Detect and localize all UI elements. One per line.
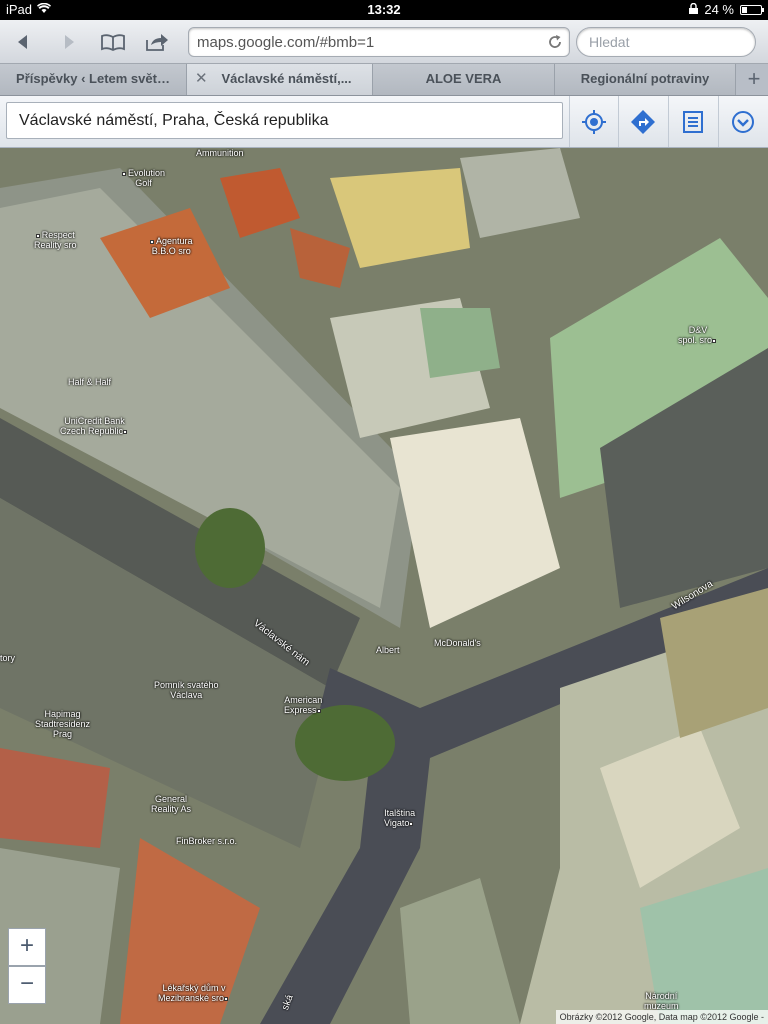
new-tab-button[interactable]: + (740, 64, 768, 95)
poi-half-and-half[interactable]: Half & Half (68, 377, 111, 387)
clock: 13:32 (367, 2, 401, 17)
poi-label: Pomník svatého Václava (154, 680, 219, 700)
poi-label: FinBroker s.r.o. (176, 836, 238, 846)
poi-dot (123, 429, 128, 434)
poi-label: Half & Half (68, 377, 112, 387)
search-field[interactable]: Hledat (576, 27, 756, 57)
status-right: 24 % (689, 2, 764, 17)
poi-narodni-muzeum[interactable]: Národní muzeum (644, 991, 679, 1011)
poi-label: McDonald's (434, 638, 481, 648)
poi-label: Respect Reality sro (34, 230, 77, 250)
poi-label: Agentura B.B.O sro (151, 236, 193, 256)
my-location-icon[interactable] (569, 96, 618, 147)
poi-hapimag[interactable]: Hapimag Stadtresidenz Prag (35, 709, 90, 739)
satellite-imagery (0, 148, 768, 1024)
map-copyright: Obrázky ©2012 Google, Data map ©2012 Goo… (555, 1010, 768, 1024)
poi-label: tory (0, 653, 16, 663)
close-tab-icon[interactable]: ✕ (195, 64, 208, 94)
tab-2[interactable]: ✕ Václavské náměstí,... (187, 64, 373, 95)
poi-ammunition[interactable]: Ammunition (196, 148, 244, 158)
poi-lekarsky-dum[interactable]: Lékařský dům v Mezibranské sro (158, 983, 230, 1003)
poi-general-reality[interactable]: General Reality As (151, 794, 191, 814)
poi-evolution-golf[interactable]: Evolution Golf (122, 168, 165, 188)
poi-respect-reality[interactable]: Respect Reality sro (34, 230, 77, 250)
poi-italstina-vigato[interactable]: Italština Vigato (384, 808, 415, 828)
poi-dot (316, 708, 321, 713)
poi-dot (224, 996, 229, 1001)
share-icon[interactable] (142, 28, 172, 56)
url-field[interactable]: maps.google.com/#bmb=1 (188, 27, 570, 57)
poi-albert[interactable]: Albert (376, 645, 400, 655)
list-icon[interactable] (668, 96, 717, 147)
battery-icon (740, 4, 764, 15)
maps-search-input[interactable]: Václavské náměstí, Praha, Česká republik… (6, 102, 563, 139)
menu-icon[interactable] (718, 96, 767, 147)
tab-1[interactable]: Příspěvky ‹ Letem svět… (0, 64, 187, 95)
tab-4[interactable]: Regionální potraviny (555, 64, 736, 95)
battery-fill (742, 6, 747, 13)
poi-american-express[interactable]: American Express (284, 695, 323, 715)
poi-label: Národní muzeum (644, 991, 679, 1011)
poi-label: UniCredit Bank Czech Republic (60, 416, 125, 436)
tab-label: Regionální potraviny (580, 71, 710, 86)
poi-dot (150, 239, 154, 244)
status-bar: iPad 13:32 24 % (0, 0, 768, 20)
url-text: maps.google.com/#bmb=1 (197, 34, 375, 51)
poi-dot (409, 821, 414, 826)
reload-icon[interactable] (547, 34, 563, 54)
poi-label: General Reality As (151, 794, 192, 814)
map-view[interactable]: Ammunition Evolution Golf Respect Realit… (0, 148, 768, 1024)
search-placeholder: Hledat (589, 34, 630, 50)
poi-label: D&V spol. sro (678, 325, 713, 345)
poi-dot (35, 233, 40, 238)
directions-icon[interactable] (618, 96, 667, 147)
poi-tory[interactable]: tory (0, 653, 15, 663)
lock-icon (689, 2, 699, 17)
poi-label: Ammunition (196, 148, 244, 158)
tab-3[interactable]: ALOE VERA (373, 64, 555, 95)
battery-text: 24 % (704, 2, 734, 17)
poi-label: Hapimag Stadtresidenz Prag (35, 709, 91, 739)
forward-icon[interactable] (54, 28, 84, 56)
poi-agentura-bbo[interactable]: Agentura B.B.O sro (150, 236, 193, 256)
back-icon[interactable] (8, 28, 38, 56)
browser-toolbar: maps.google.com/#bmb=1 Hledat (0, 20, 768, 64)
poi-label: Evolution Golf (128, 168, 166, 188)
tab-label: Václavské náměstí,... (221, 71, 352, 86)
poi-dv-spol[interactable]: D&V spol. sro (678, 325, 718, 345)
poi-label: Lékařský dům v Mezibranské sro (158, 983, 226, 1003)
zoom-out-button[interactable]: − (8, 966, 46, 1004)
poi-dot (122, 171, 126, 176)
poi-pomnik-svateho-vaclava[interactable]: Pomník svatého Václava (154, 680, 219, 700)
poi-mcdonalds[interactable]: McDonald's (434, 638, 481, 648)
poi-unicredit-bank[interactable]: UniCredit Bank Czech Republic (60, 416, 129, 436)
maps-search-bar: Václavské náměstí, Praha, Česká republik… (0, 96, 768, 148)
poi-dot (712, 338, 717, 343)
zoom-in-button[interactable]: + (8, 928, 46, 966)
tab-label: ALOE VERA (425, 71, 502, 86)
bookmarks-icon[interactable] (98, 28, 128, 56)
poi-finbroker[interactable]: FinBroker s.r.o. (176, 836, 237, 846)
poi-label: Albert (376, 645, 400, 655)
tab-bar: Příspěvky ‹ Letem svět… ✕ Václavské námě… (0, 64, 768, 96)
tab-label: Příspěvky ‹ Letem svět… (16, 71, 170, 86)
maps-search-value: Václavské náměstí, Praha, Česká republik… (19, 112, 329, 129)
